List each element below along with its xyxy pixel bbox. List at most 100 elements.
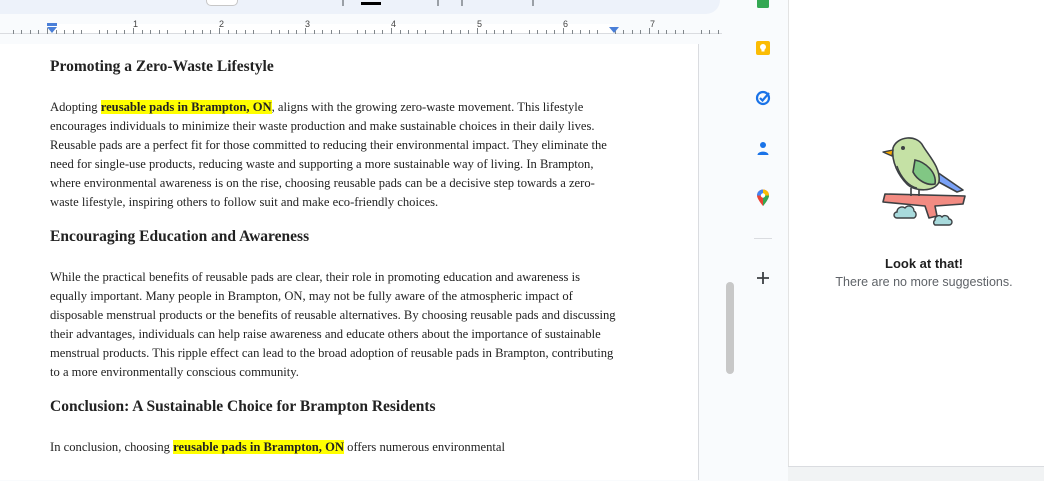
ruler-tick — [416, 30, 418, 34]
ruler-tick — [141, 30, 143, 34]
ruler-tick — [382, 30, 384, 34]
panel-footer — [788, 466, 1044, 481]
ruler-tick — [279, 30, 281, 34]
paragraph-text: offers numerous environmental — [344, 440, 505, 454]
ruler-tick — [588, 30, 590, 34]
section-paragraph: While the practical benefits of reusable… — [50, 270, 616, 379]
ruler-tick — [236, 30, 238, 34]
horizontal-ruler[interactable]: 1 2 3 4 5 6 7 — [0, 19, 722, 44]
ruler-tick — [554, 30, 556, 34]
maps-icon[interactable] — [754, 189, 772, 207]
ruler-tick — [683, 30, 685, 34]
ruler-tick — [201, 30, 203, 34]
ruler-tick — [29, 30, 31, 34]
ruler-tick — [38, 30, 40, 34]
document-canvas: Promoting a Zero-Waste Lifestyle Adoptin… — [0, 44, 699, 480]
ruler-tick — [167, 30, 169, 34]
ruler-tick — [408, 30, 410, 34]
ruler-tick — [666, 30, 668, 34]
paragraph-text: , aligns with the growing zero-waste mov… — [50, 100, 607, 209]
ruler-tick — [511, 30, 513, 34]
highlighted-link-text[interactable]: reusable pads in Brampton, ON — [100, 100, 272, 114]
empty-state-title: Look at that! — [885, 256, 963, 271]
ruler-tick — [124, 30, 126, 34]
ruler-tick — [184, 30, 186, 34]
highlighted-link-text[interactable]: reusable pads in Brampton, ON — [173, 440, 344, 454]
side-panel-icons — [740, 0, 786, 480]
ruler-tick — [494, 30, 496, 34]
ruler-tick — [115, 30, 117, 34]
ruler-tick — [253, 30, 255, 34]
ruler-tick — [528, 30, 530, 34]
left-indent-marker[interactable] — [47, 27, 57, 33]
ruler-tick — [537, 30, 539, 34]
comment-icon[interactable] — [461, 0, 463, 6]
ruler-tick — [451, 30, 453, 34]
paragraph-text: In conclusion, choosing — [50, 440, 174, 454]
vertical-scrollbar-thumb[interactable] — [726, 282, 734, 374]
ruler-tick — [193, 30, 195, 34]
ruler-tick — [64, 30, 66, 34]
sheets-icon[interactable] — [754, 0, 772, 10]
ruler-tick — [21, 30, 23, 34]
toolbar-icon[interactable] — [342, 0, 344, 6]
ruler-tick — [442, 30, 444, 34]
ruler-number: 2 — [219, 19, 225, 29]
add-icon[interactable] — [754, 269, 772, 287]
suggestions-panel: Look at that! There are no more suggesti… — [788, 0, 1044, 466]
ruler-tick — [545, 30, 547, 34]
ruler-tick — [210, 30, 212, 34]
ruler-tick — [657, 30, 659, 34]
section-paragraph: Adopting reusable pads in Brampton, ON, … — [50, 98, 618, 212]
toolbar-icon[interactable] — [437, 0, 439, 6]
ruler-tick — [709, 30, 711, 34]
ruler-tick — [270, 30, 272, 34]
paragraph-text: Adopting — [50, 100, 101, 114]
ruler-tick — [296, 30, 298, 34]
section-heading: Conclusion: A Sustainable Choice for Bra… — [50, 398, 436, 415]
ruler-tick — [485, 30, 487, 34]
ruler-number: 4 — [391, 19, 397, 29]
ruler-tick — [623, 30, 625, 34]
ruler-tick — [674, 30, 676, 34]
ruler-tick — [227, 30, 229, 34]
ruler-tick — [365, 30, 367, 34]
toolbar-button[interactable] — [206, 0, 238, 6]
ruler-tick — [425, 30, 427, 34]
vertical-scrollbar-track[interactable] — [722, 44, 738, 480]
section-heading: Promoting a Zero-Waste Lifestyle — [50, 58, 274, 75]
ruler-tick — [330, 30, 332, 34]
first-line-indent-marker[interactable] — [47, 23, 57, 26]
keep-icon[interactable] — [754, 39, 772, 57]
ruler-tick — [700, 30, 702, 34]
document-page[interactable]: Promoting a Zero-Waste Lifestyle Adoptin… — [0, 44, 699, 480]
ruler-tick — [356, 30, 358, 34]
ruler-tick — [72, 30, 74, 34]
ruler-tick — [468, 30, 470, 34]
contacts-icon[interactable] — [754, 139, 772, 157]
ruler-tick — [244, 30, 246, 34]
ruler-tick — [150, 30, 152, 34]
document-body[interactable]: Promoting a Zero-Waste Lifestyle Adoptin… — [50, 58, 618, 473]
ruler-tick — [287, 30, 289, 34]
ruler-tick — [339, 30, 341, 34]
right-indent-marker[interactable] — [609, 27, 619, 33]
ruler-tick — [158, 30, 160, 34]
text-color-icon[interactable] — [361, 2, 381, 5]
ruler-tick — [631, 30, 633, 34]
ruler-tick — [313, 30, 315, 34]
empty-state-subtitle: There are no more suggestions. — [835, 275, 1013, 289]
ruler-tick — [107, 30, 109, 34]
ruler-number: 6 — [563, 19, 569, 29]
ruler-tick — [322, 30, 324, 34]
toolbar-icon[interactable] — [532, 0, 534, 6]
ruler-tick — [81, 30, 83, 34]
ruler-tick — [12, 30, 14, 34]
ruler-tick — [640, 30, 642, 34]
tasks-icon[interactable] — [754, 89, 772, 107]
section-paragraph: In conclusion, choosing reusable pads in… — [50, 438, 618, 457]
ruler-tick — [597, 30, 599, 34]
ruler-tick — [373, 30, 375, 34]
ruler-tick — [580, 30, 582, 34]
ruler-tick — [399, 30, 401, 34]
